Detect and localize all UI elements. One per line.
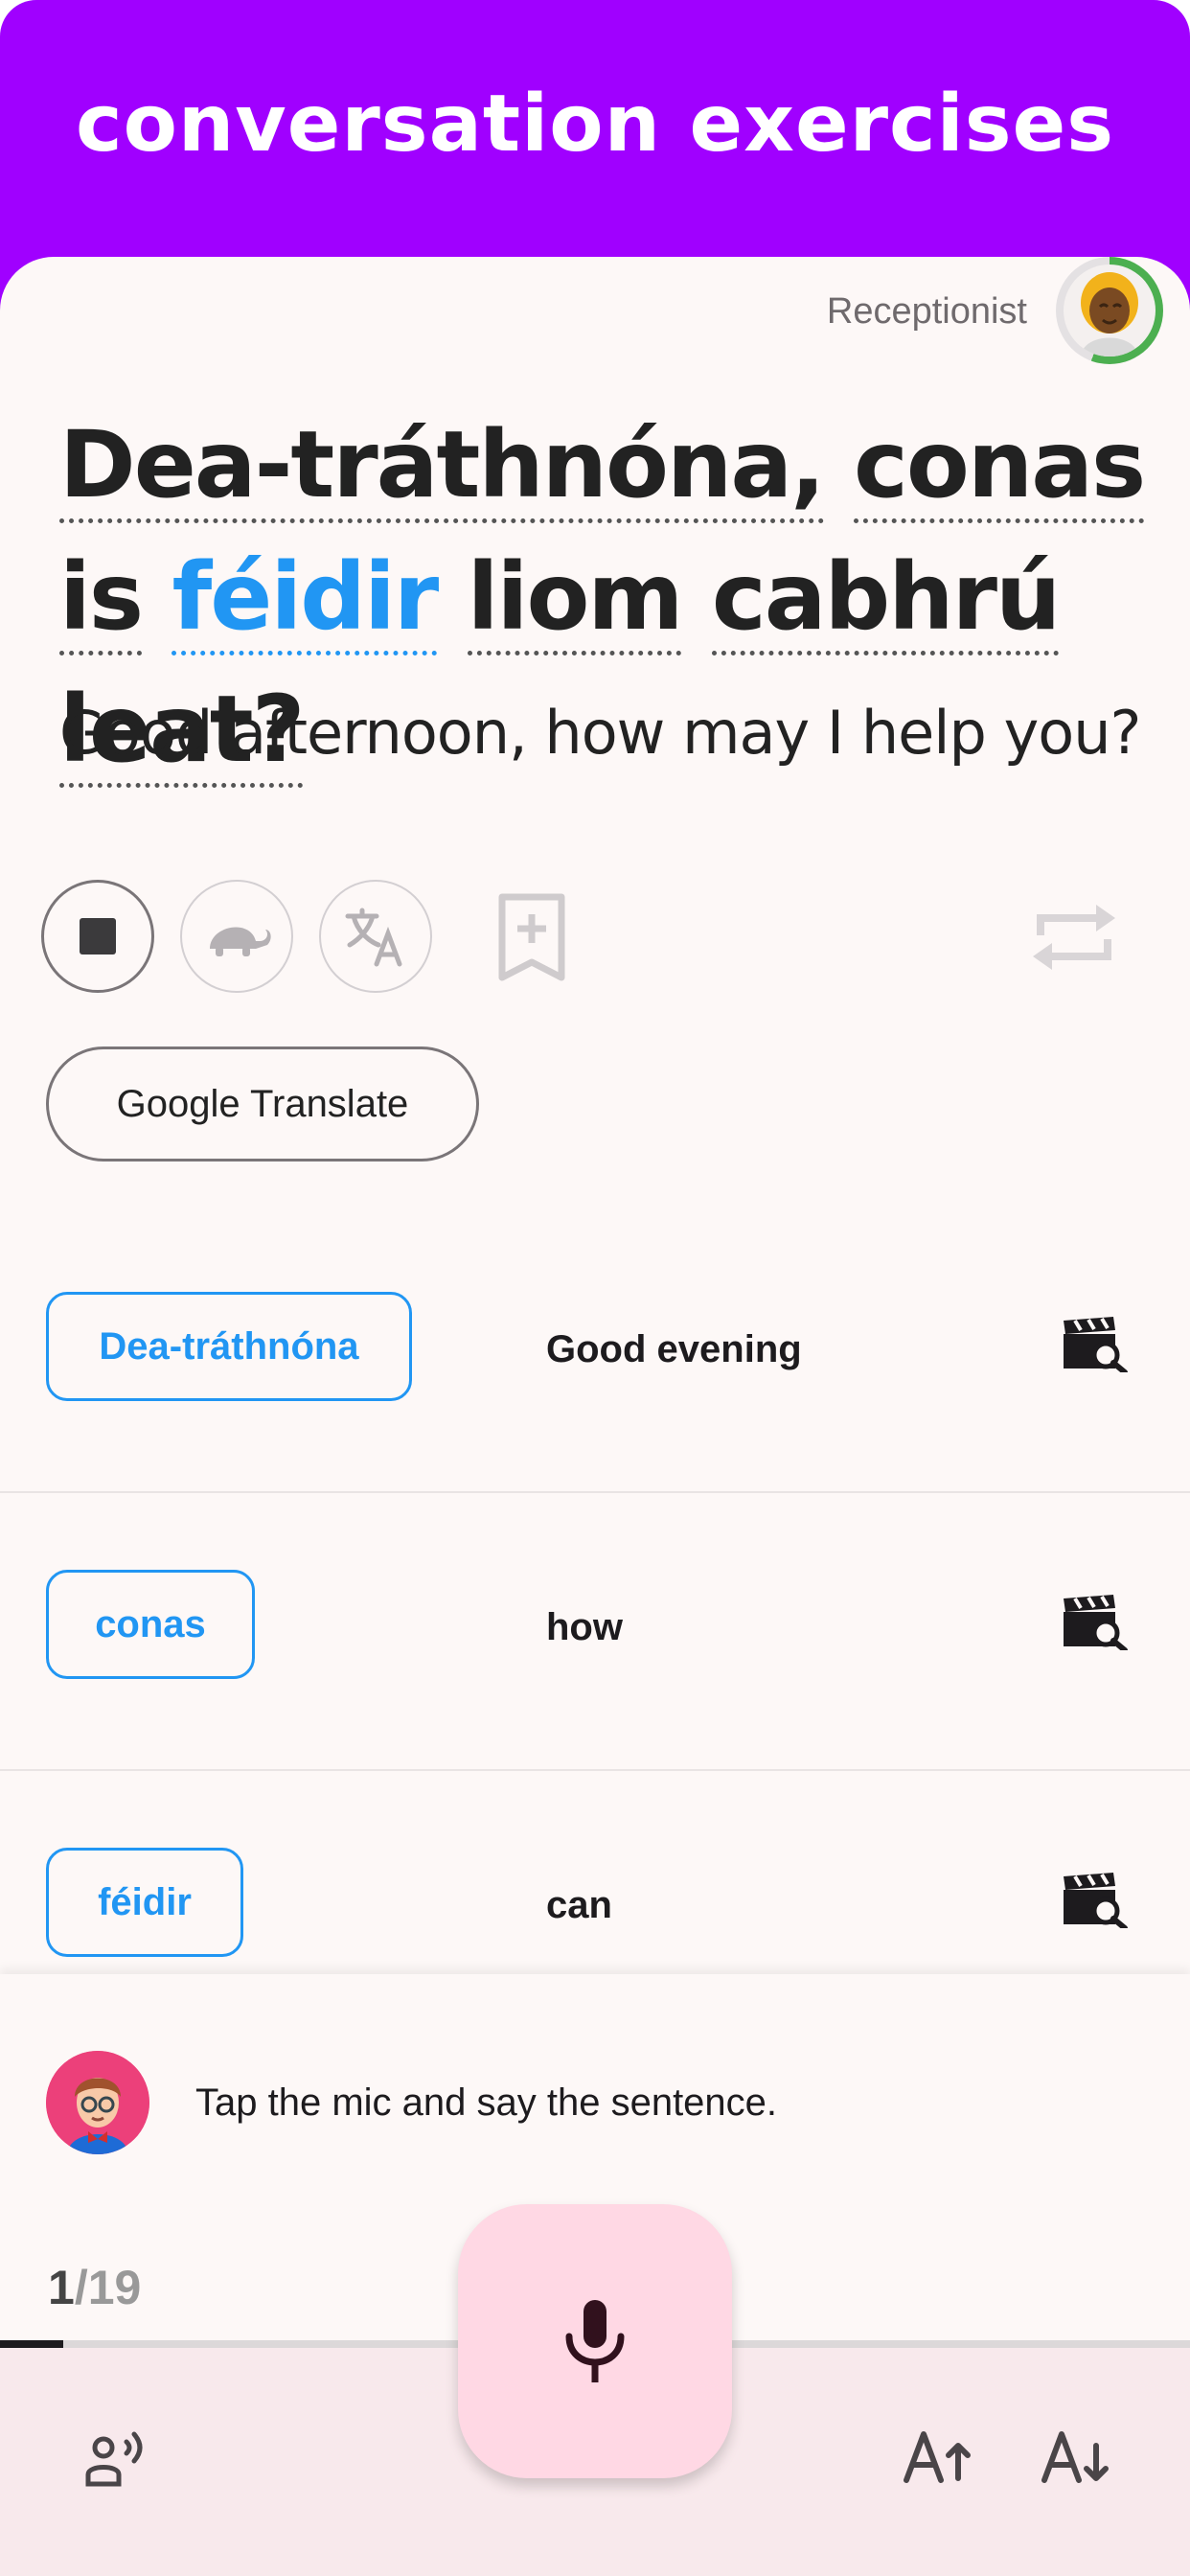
page-title: conversation exercises	[75, 79, 1115, 170]
current-index: 1	[48, 2261, 75, 2314]
vocab-row: Dea-tráthnóna Good evening	[0, 1215, 1190, 1493]
translate-icon	[345, 908, 402, 967]
font-increase-icon[interactable]	[901, 2423, 977, 2490]
speaker-role: Receptionist	[826, 291, 1027, 332]
app-screen: conversation exercises Receptionist Dea-…	[0, 0, 1190, 2576]
video-search-icon[interactable]	[1062, 1871, 1129, 1928]
instruction-text: Tap the mic and say the sentence.	[195, 2082, 778, 2124]
sentence-word[interactable]: Dea-tráthnóna,	[59, 411, 826, 523]
repeat-icon	[1033, 905, 1115, 970]
sentence-word[interactable]: conas	[853, 411, 1146, 523]
video-search-icon[interactable]	[1062, 1315, 1129, 1372]
total-count: /19	[74, 2261, 142, 2314]
voice-person-icon[interactable]	[80, 2423, 157, 2490]
mic-button[interactable]	[458, 2204, 732, 2478]
sentence-word[interactable]: is	[59, 543, 144, 656]
header: conversation exercises	[0, 0, 1190, 259]
translate-button[interactable]	[319, 880, 432, 993]
vocab-meaning: Good evening	[546, 1328, 802, 1370]
sentence-word[interactable]: cabhrú	[711, 543, 1061, 656]
bookmark-add-icon	[498, 893, 565, 981]
tutor-avatar-icon	[46, 2051, 149, 2154]
receptionist-avatar-icon	[1064, 264, 1156, 356]
google-translate-button[interactable]: Google Translate	[46, 1046, 479, 1162]
mic-icon	[565, 2300, 625, 2382]
sentence-translation: Good afternoon, how may I help you?	[59, 698, 1141, 768]
progress-counter: 1/19	[48, 2260, 141, 2315]
speaker-avatar[interactable]	[1056, 257, 1163, 364]
turtle-icon	[210, 927, 271, 956]
sentence-word-highlighted[interactable]: féidir	[172, 543, 439, 656]
video-search-icon[interactable]	[1062, 1593, 1129, 1650]
vocab-word-chip[interactable]: conas	[46, 1570, 255, 1679]
vocab-word-chip[interactable]: féidir	[46, 1848, 243, 1957]
progress-fill	[0, 2340, 63, 2348]
font-decrease-icon[interactable]	[1039, 2423, 1115, 2490]
stop-button[interactable]	[41, 880, 154, 993]
vocab-row: conas how	[0, 1493, 1190, 1771]
sentence-word[interactable]: liom	[467, 543, 683, 656]
vocab-meaning: how	[546, 1606, 623, 1648]
vocab-word-chip[interactable]: Dea-tráthnóna	[46, 1292, 412, 1401]
stop-icon	[80, 918, 116, 954]
vocab-meaning: can	[546, 1884, 612, 1926]
bookmark-button[interactable]	[496, 893, 567, 986]
repeat-button[interactable]	[1029, 889, 1119, 990]
slow-playback-button[interactable]	[180, 880, 293, 993]
